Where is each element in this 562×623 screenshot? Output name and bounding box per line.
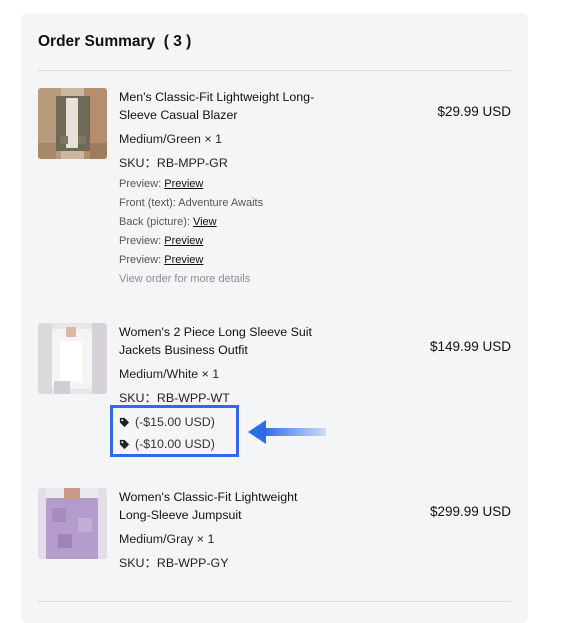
product-name[interactable]: Women's Classic-Fit Lightweight Long-Sle… — [119, 488, 319, 524]
product-sku: SKU：RB-MPP-GR — [119, 156, 228, 170]
property-label: Front (text): — [119, 197, 179, 209]
product-properties: Preview: Preview Front (text): Adventure… — [119, 175, 319, 289]
property-value: Adventure Awaits — [178, 197, 264, 209]
view-link[interactable]: View — [193, 216, 217, 228]
product-name[interactable]: Women's 2 Piece Long Sleeve Suit Jackets… — [119, 323, 319, 359]
product-price: $299.99 USD — [429, 504, 511, 519]
product-variant: Medium/White × 1 — [119, 367, 220, 381]
order-item-blazer: Men's Classic-Fit Lightweight Long-Sleev… — [38, 88, 511, 298]
property-front-text: Front (text): Adventure Awaits — [119, 194, 319, 213]
product-variant: Medium/Gray × 1 — [119, 532, 215, 546]
product-info: Men's Classic-Fit Lightweight Long-Sleev… — [119, 88, 319, 289]
product-thumbnail-suit[interactable] — [38, 323, 107, 394]
discount-highlight-box — [110, 405, 239, 457]
product-sku: SKU：RB-WPP-GY — [119, 556, 229, 570]
property-label: Preview: — [119, 235, 165, 247]
divider — [38, 70, 511, 71]
property-preview: Preview: Preview — [119, 232, 319, 251]
order-summary-panel: Order Summary ( 3 ) Men's Classic-Fit Li… — [21, 13, 528, 623]
view-order-details-link[interactable]: View order for more details — [119, 270, 319, 289]
property-label: Back (picture): — [119, 216, 193, 228]
property-label: Preview: — [119, 254, 165, 266]
property-preview: Preview: Preview — [119, 175, 319, 194]
preview-link[interactable]: Preview — [164, 254, 203, 266]
order-item-jumpsuit: Women's Classic-Fit Lightweight Long-Sle… — [38, 488, 511, 578]
property-preview: Preview: Preview — [119, 251, 319, 270]
property-back-picture: Back (picture): View — [119, 213, 319, 232]
order-summary-title: Order Summary ( 3 ) — [38, 33, 192, 50]
product-thumbnail-jumpsuit[interactable] — [38, 488, 107, 559]
product-price: $29.99 USD — [437, 104, 511, 119]
product-price: $149.99 USD — [429, 339, 511, 354]
product-variant: Medium/Green × 1 — [119, 132, 222, 146]
product-thumbnail-blazer[interactable] — [38, 88, 107, 159]
preview-link[interactable]: Preview — [164, 178, 203, 190]
divider — [38, 601, 511, 602]
product-info: Women's Classic-Fit Lightweight Long-Sle… — [119, 488, 319, 572]
product-name[interactable]: Men's Classic-Fit Lightweight Long-Sleev… — [119, 88, 319, 124]
property-label: Preview: — [119, 178, 165, 190]
preview-link[interactable]: Preview — [164, 235, 203, 247]
arrow-left-icon — [248, 420, 326, 444]
